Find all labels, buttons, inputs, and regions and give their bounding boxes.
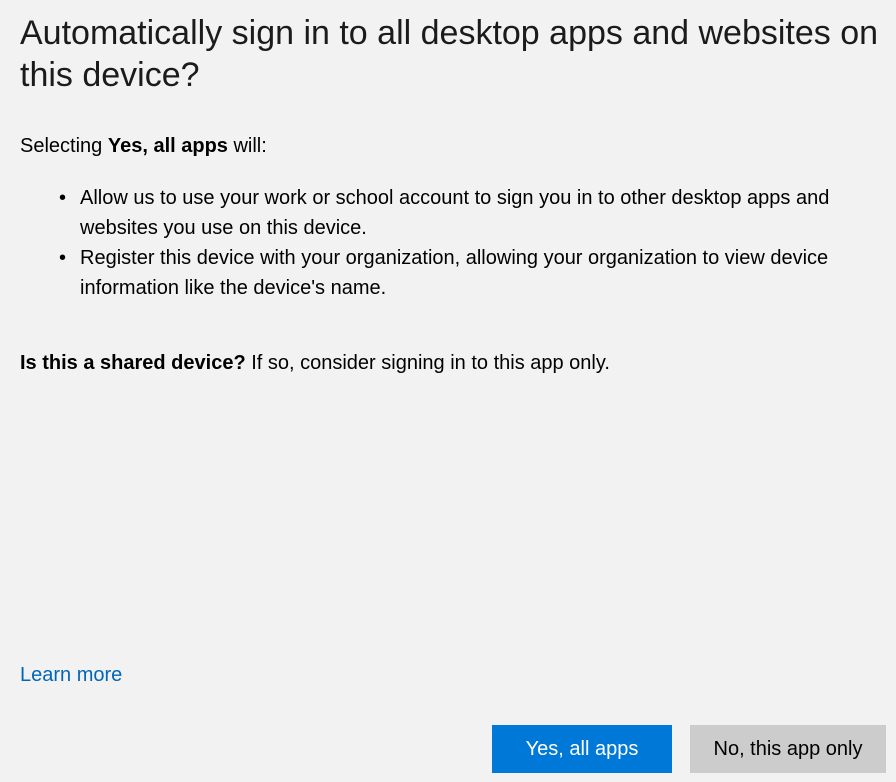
intro-text: Selecting Yes, all apps will: <box>20 131 267 161</box>
no-this-app-only-button[interactable]: No, this app only <box>690 725 886 773</box>
intro-suffix: will: <box>227 135 267 157</box>
learn-more-link[interactable]: Learn more <box>20 660 122 690</box>
list-item-text: Allow us to use your work or school acco… <box>80 187 830 239</box>
intro-prefix: Selecting <box>20 135 108 157</box>
intro-bold: Yes, all apps <box>107 135 228 157</box>
yes-all-apps-button[interactable]: Yes, all apps <box>492 725 672 773</box>
list-item: • Allow us to use your work or school ac… <box>56 183 886 243</box>
dialog-title: Automatically sign in to all desktop app… <box>20 14 879 94</box>
shared-device-note: Is this a shared device? If so, consider… <box>20 348 610 378</box>
list-item: • Register this device with your organiz… <box>56 243 886 303</box>
bullet-icon: • <box>59 247 67 269</box>
bullet-icon: • <box>59 187 67 209</box>
consequence-list: • Allow us to use your work or school ac… <box>56 183 886 303</box>
list-item-text: Register this device with your organizat… <box>80 247 829 299</box>
shared-device-question: Is this a shared device? <box>20 352 246 374</box>
shared-device-text: If so, consider signing in to this app o… <box>245 352 610 374</box>
